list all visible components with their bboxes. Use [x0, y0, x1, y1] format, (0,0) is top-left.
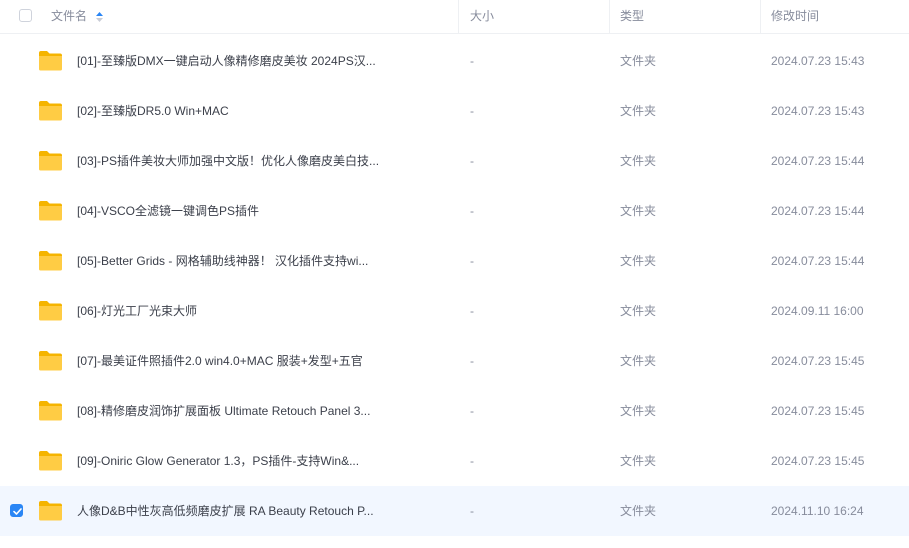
- file-size: -: [470, 204, 474, 218]
- file-row[interactable]: [08]-精修磨皮润饰扩展面板 Ultimate Retouch Panel 3…: [0, 386, 909, 436]
- file-modified: 2024.07.23 15:44: [771, 204, 865, 218]
- folder-icon: [39, 301, 62, 321]
- column-divider: [609, 0, 610, 33]
- folder-icon: [39, 101, 62, 121]
- column-header-name-label: 文件名: [51, 9, 88, 23]
- file-type: 文件夹: [620, 204, 657, 218]
- file-type: 文件夹: [620, 404, 657, 418]
- file-type: 文件夹: [620, 354, 657, 368]
- sort-ascending-icon[interactable]: [96, 11, 104, 22]
- checkmark-icon: [13, 508, 22, 515]
- file-size: -: [470, 54, 474, 68]
- file-modified: 2024.07.23 15:45: [771, 404, 865, 418]
- column-divider: [760, 0, 761, 33]
- select-all-checkbox[interactable]: [19, 9, 32, 22]
- file-type: 文件夹: [620, 504, 657, 518]
- file-row[interactable]: [07]-最美证件照插件2.0 win4.0+MAC 服装+发型+五官 - 文件夹 2…: [0, 336, 909, 386]
- file-row[interactable]: 人像D&B中性灰高低频磨皮扩展 RA Beauty Retouch P... - 文…: [0, 486, 909, 536]
- column-header-modified[interactable]: 修改时间: [771, 0, 819, 33]
- file-name[interactable]: [04]-VSCO全滤镜一键调色PS插件: [77, 186, 259, 236]
- file-modified: 2024.07.23 15:45: [771, 354, 865, 368]
- folder-icon: [39, 501, 62, 521]
- file-name[interactable]: [01]-至臻版DMX一键启动人像精修磨皮美妆 2024PS汉...: [77, 36, 376, 86]
- folder-icon: [39, 151, 62, 171]
- file-name[interactable]: [08]-精修磨皮润饰扩展面板 Ultimate Retouch Panel 3…: [77, 386, 370, 436]
- column-divider: [458, 0, 459, 33]
- column-header-type[interactable]: 类型: [620, 0, 644, 33]
- file-name[interactable]: [06]-灯光工厂光束大师: [77, 286, 197, 336]
- file-modified: 2024.07.23 15:43: [771, 54, 865, 68]
- file-type: 文件夹: [620, 104, 657, 118]
- column-header-name[interactable]: 文件名: [51, 0, 104, 33]
- file-type: 文件夹: [620, 54, 657, 68]
- file-name[interactable]: [02]-至臻版DR5.0 Win+MAC: [77, 86, 229, 136]
- folder-icon: [39, 201, 62, 221]
- folder-icon: [39, 451, 62, 471]
- file-name[interactable]: [09]-Oniric Glow Generator 1.3，PS插件-支持Wi…: [77, 436, 359, 486]
- file-size: -: [470, 104, 474, 118]
- folder-icon: [39, 51, 62, 71]
- folder-icon: [39, 401, 62, 421]
- file-type: 文件夹: [620, 454, 657, 468]
- file-size: -: [470, 254, 474, 268]
- file-row[interactable]: [05]-Better Grids - 网格辅助线神器！ 汉化插件支持wi...…: [0, 236, 909, 286]
- file-modified: 2024.11.10 16:24: [771, 504, 864, 518]
- file-size: -: [470, 454, 474, 468]
- file-row[interactable]: [09]-Oniric Glow Generator 1.3，PS插件-支持Wi…: [0, 436, 909, 486]
- file-size: -: [470, 404, 474, 418]
- file-type: 文件夹: [620, 154, 657, 168]
- file-size: -: [470, 354, 474, 368]
- file-size: -: [470, 154, 474, 168]
- column-header-size[interactable]: 大小: [470, 0, 494, 33]
- file-modified: 2024.07.23 15:44: [771, 254, 865, 268]
- file-modified: 2024.07.23 15:45: [771, 454, 865, 468]
- file-name[interactable]: [05]-Better Grids - 网格辅助线神器！ 汉化插件支持wi...: [77, 236, 368, 286]
- file-modified: 2024.07.23 15:43: [771, 104, 865, 118]
- file-row[interactable]: [03]-PS插件美妆大师加强中文版！优化人像磨皮美白技... - 文件夹 2024.…: [0, 136, 909, 186]
- file-name[interactable]: 人像D&B中性灰高低频磨皮扩展 RA Beauty Retouch P...: [77, 486, 374, 536]
- folder-icon: [39, 251, 62, 271]
- file-name[interactable]: [03]-PS插件美妆大师加强中文版！优化人像磨皮美白技...: [77, 136, 379, 186]
- file-row[interactable]: [01]-至臻版DMX一键启动人像精修磨皮美妆 2024PS汉... - 文件夹 20…: [0, 36, 909, 86]
- folder-icon: [39, 351, 62, 371]
- file-modified: 2024.09.11 16:00: [771, 304, 864, 318]
- file-size: -: [470, 304, 474, 318]
- file-type: 文件夹: [620, 254, 657, 268]
- file-type: 文件夹: [620, 304, 657, 318]
- file-row[interactable]: [02]-至臻版DR5.0 Win+MAC - 文件夹 2024.07.23 15:4…: [0, 86, 909, 136]
- file-row[interactable]: [06]-灯光工厂光束大师 - 文件夹 2024.09.11 16:00: [0, 286, 909, 336]
- file-modified: 2024.07.23 15:44: [771, 154, 865, 168]
- file-list-header: 文件名 大小 类型 修改时间: [0, 0, 909, 34]
- row-checkbox[interactable]: [10, 504, 23, 517]
- file-name[interactable]: [07]-最美证件照插件2.0 win4.0+MAC 服装+发型+五官: [77, 336, 363, 386]
- file-row[interactable]: [04]-VSCO全滤镜一键调色PS插件 - 文件夹 2024.07.23 15:44: [0, 186, 909, 236]
- file-list: 文件名 大小 类型 修改时间 [01]-至臻版DMX一键启动人像精修磨皮美妆 2…: [0, 0, 909, 536]
- file-size: -: [470, 504, 474, 518]
